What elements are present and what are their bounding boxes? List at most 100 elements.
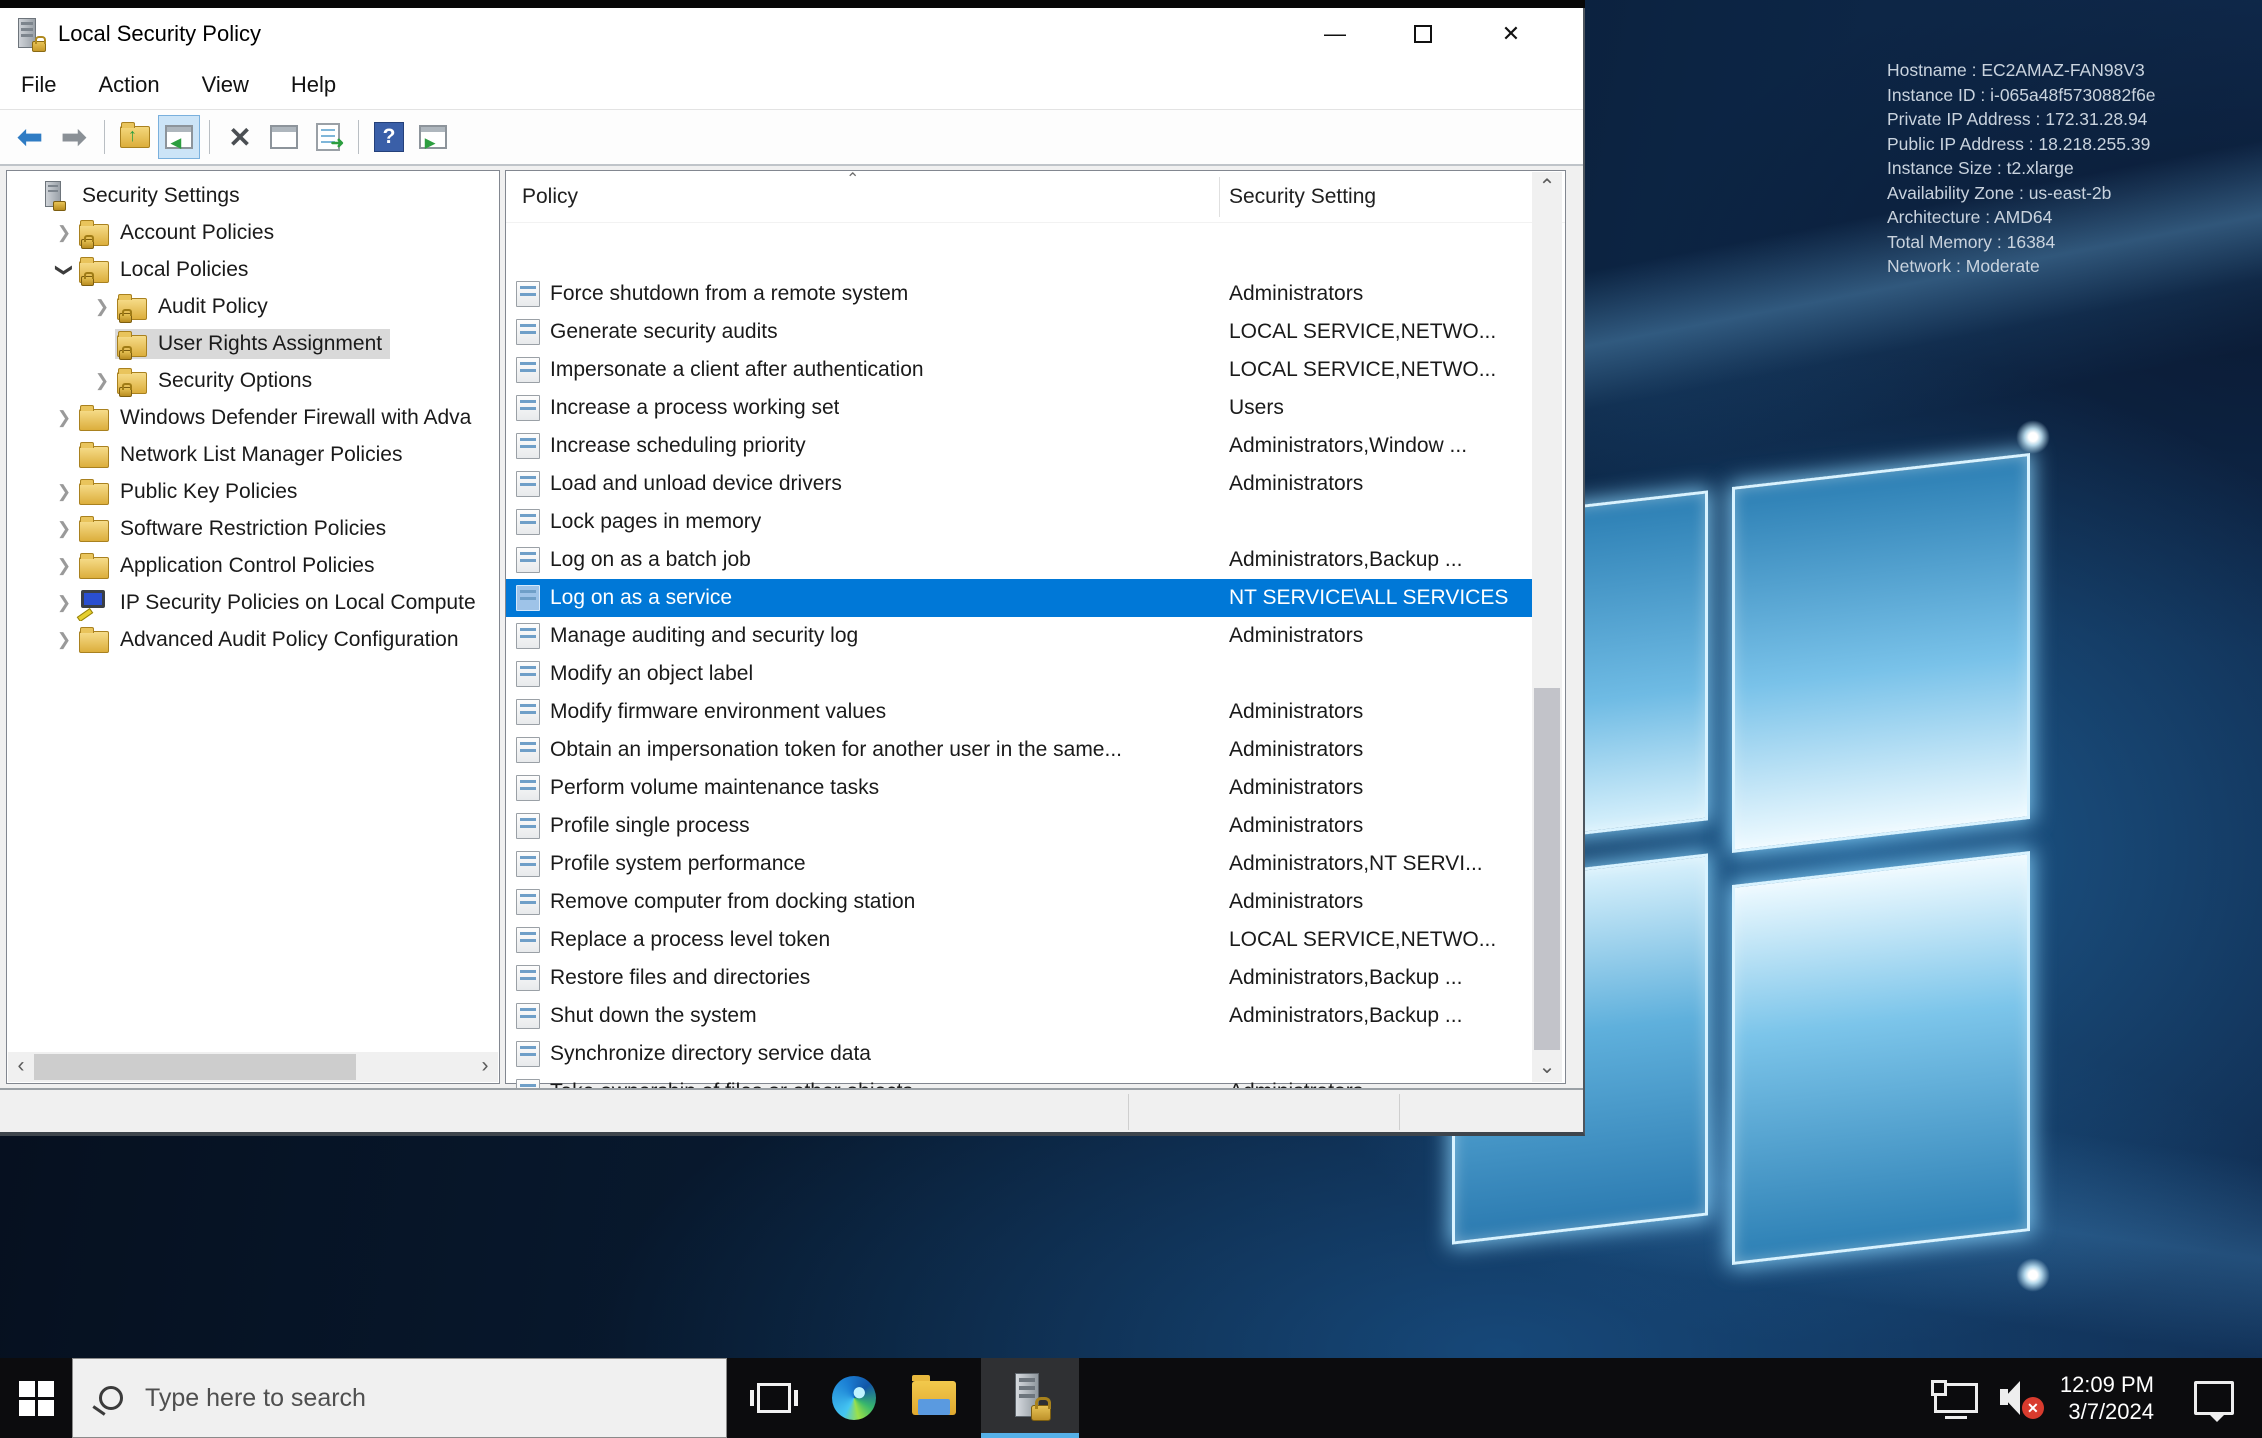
show-console-tree-button[interactable]: ◀ bbox=[158, 115, 200, 159]
policy-row[interactable]: Increase a process working set Users bbox=[506, 389, 1533, 427]
policy-row[interactable]: Impersonate a client after authenticatio… bbox=[506, 351, 1533, 389]
chevron-expander-icon[interactable]: ❯ bbox=[54, 257, 74, 283]
show-console-tree-icon: ◀ bbox=[165, 125, 193, 149]
tree-item[interactable]: ❯ Advanced Audit Policy Configuration bbox=[7, 621, 499, 658]
scroll-down-arrow-icon[interactable]: ⌄ bbox=[1532, 1052, 1562, 1082]
network-icon[interactable] bbox=[1930, 1380, 1978, 1419]
policy-row[interactable]: Restore files and directories Administra… bbox=[506, 959, 1533, 997]
policy-row[interactable]: Synchronize directory service data bbox=[506, 1035, 1533, 1073]
policy-name: Profile single process bbox=[550, 814, 750, 837]
list-vertical-scrollbar[interactable]: ⌃ ⌄ bbox=[1532, 172, 1562, 1082]
vertical-scroll-thumb[interactable] bbox=[1534, 688, 1560, 1050]
export-button[interactable]: ↑ bbox=[114, 115, 156, 159]
tree-item[interactable]: ❯ Security Options bbox=[7, 362, 499, 399]
search-icon bbox=[99, 1386, 123, 1410]
edge-button[interactable] bbox=[821, 1358, 887, 1438]
policy-row[interactable]: Force shutdown from a remote system Admi… bbox=[506, 275, 1533, 313]
properties-button[interactable] bbox=[263, 115, 305, 159]
policy-row[interactable]: Modify an object label bbox=[506, 655, 1533, 693]
policy-security-setting: Administrators bbox=[1229, 700, 1364, 723]
chevron-expander-icon[interactable]: ❯ bbox=[51, 630, 77, 650]
delete-button[interactable]: ✕ bbox=[219, 115, 261, 159]
tree-item[interactable]: ❯ Network List Manager Policies bbox=[7, 436, 499, 473]
maximize-button[interactable] bbox=[1379, 8, 1467, 60]
policy-row[interactable]: Modify firmware environment values Admin… bbox=[506, 693, 1533, 731]
taskbar-clock[interactable]: 12:09 PM 3/7/2024 bbox=[2060, 1371, 2154, 1425]
policy-row[interactable]: Increase scheduling priority Administrat… bbox=[506, 427, 1533, 465]
start-button[interactable] bbox=[0, 1358, 72, 1438]
new-window-button[interactable]: ▶ bbox=[412, 115, 454, 159]
column-divider[interactable] bbox=[1219, 177, 1220, 217]
policy-document-icon bbox=[516, 965, 540, 991]
tree-item[interactable]: ❯ Audit Policy bbox=[7, 288, 499, 325]
policy-row[interactable]: Obtain an impersonation token for anothe… bbox=[506, 731, 1533, 769]
tree-horizontal-scrollbar[interactable]: ‹ › bbox=[8, 1052, 498, 1082]
search-input[interactable] bbox=[145, 1383, 565, 1413]
local-security-policy-icon bbox=[1013, 1372, 1051, 1421]
policy-row[interactable]: Remove computer from docking station Adm… bbox=[506, 883, 1533, 921]
scroll-left-arrow-icon[interactable]: ‹ bbox=[8, 1052, 34, 1082]
menu-item[interactable]: Help bbox=[270, 60, 357, 109]
chevron-expander-icon[interactable]: ❯ bbox=[51, 408, 77, 428]
chevron-expander-icon[interactable]: ❯ bbox=[51, 556, 77, 576]
task-view-button[interactable] bbox=[741, 1358, 807, 1438]
file-explorer-button[interactable] bbox=[901, 1358, 967, 1438]
tree-item[interactable]: ❯ Windows Defender Firewall with Adva bbox=[7, 399, 499, 436]
policy-row[interactable]: Log on as a batch job Administrators,Bac… bbox=[506, 541, 1533, 579]
policy-row[interactable]: Profile system performance Administrator… bbox=[506, 845, 1533, 883]
chevron-expander-icon[interactable]: ❯ bbox=[51, 519, 77, 539]
policy-row[interactable]: Log on as a service NT SERVICE\ALL SERVI… bbox=[506, 579, 1533, 617]
titlebar[interactable]: Local Security Policy — ✕ bbox=[0, 8, 1583, 60]
tree-item[interactable]: ❯ Public Key Policies bbox=[7, 473, 499, 510]
help-button[interactable]: ? bbox=[368, 115, 410, 159]
ec2-info-line: Availability Zone : us-east-2b bbox=[1887, 182, 2112, 203]
chevron-expander-icon[interactable]: ❯ bbox=[51, 482, 77, 502]
policy-row[interactable]: Shut down the system Administrators,Back… bbox=[506, 997, 1533, 1035]
policy-row[interactable]: Profile single process Administrators bbox=[506, 807, 1533, 845]
forward-button[interactable]: ➡ bbox=[53, 115, 95, 159]
policy-row[interactable]: Load and unload device drivers Administr… bbox=[506, 465, 1533, 503]
policy-name: Impersonate a client after authenticatio… bbox=[550, 358, 924, 381]
console-work-area: ❯ Security Settings ❯ bbox=[0, 166, 1583, 1105]
column-header-policy[interactable]: Policy bbox=[522, 185, 578, 209]
action-center-icon[interactable] bbox=[2194, 1381, 2234, 1422]
policy-security-setting: NT SERVICE\ALL SERVICES bbox=[1229, 586, 1509, 609]
chevron-expander-icon[interactable]: ❯ bbox=[89, 371, 115, 391]
scroll-up-arrow-icon[interactable]: ⌃ bbox=[1532, 172, 1562, 202]
tree-item[interactable]: ❯ User Rights Assignment bbox=[7, 325, 499, 362]
chevron-expander-icon[interactable]: ❯ bbox=[51, 223, 77, 243]
policy-row[interactable]: Perform volume maintenance tasks Adminis… bbox=[506, 769, 1533, 807]
tree-item[interactable]: ❯ Software Restriction Policies bbox=[7, 510, 499, 547]
policy-row[interactable]: Manage auditing and security log Adminis… bbox=[506, 617, 1533, 655]
policy-document-icon bbox=[516, 889, 540, 915]
export-list-button[interactable]: ➜ bbox=[307, 115, 349, 159]
local-security-policy-taskbar-button[interactable] bbox=[981, 1358, 1079, 1438]
tree-item[interactable]: ❯ Security Settings bbox=[7, 177, 499, 214]
policy-row[interactable]: Generate security audits LOCAL SERVICE,N… bbox=[506, 313, 1533, 351]
tree-item[interactable]: ❯ Account Policies bbox=[7, 214, 499, 251]
volume-muted-icon[interactable]: ✕ bbox=[1999, 1381, 2044, 1419]
minimize-button[interactable]: — bbox=[1291, 8, 1379, 60]
tree-item-label: Network List Manager Policies bbox=[120, 442, 403, 466]
tree-item[interactable]: ❯ Local Policies bbox=[7, 251, 499, 288]
back-button[interactable]: ⬅ bbox=[9, 115, 51, 159]
chevron-expander-icon[interactable]: ❯ bbox=[89, 297, 115, 317]
scroll-right-arrow-icon[interactable]: › bbox=[472, 1052, 498, 1082]
horizontal-scroll-thumb[interactable] bbox=[34, 1054, 356, 1080]
column-header-security-setting[interactable]: Security Setting bbox=[1229, 185, 1376, 209]
policy-document-icon bbox=[516, 737, 540, 763]
policy-name: Force shutdown from a remote system bbox=[550, 282, 909, 305]
policy-row[interactable]: Lock pages in memory bbox=[506, 503, 1533, 541]
menu-item[interactable]: View bbox=[181, 60, 270, 109]
menu-item[interactable]: Action bbox=[77, 60, 180, 109]
tree-item[interactable]: ❯ IP Security Policies on Local Compute bbox=[7, 584, 499, 621]
taskbar-search[interactable] bbox=[72, 1358, 727, 1438]
tree-item[interactable]: ❯ Application Control Policies bbox=[7, 547, 499, 584]
maximize-icon bbox=[1414, 25, 1432, 43]
policy-row[interactable]: Replace a process level token LOCAL SERV… bbox=[506, 921, 1533, 959]
policy-document-icon bbox=[516, 509, 540, 535]
close-button[interactable]: ✕ bbox=[1467, 8, 1555, 60]
start-icon bbox=[18, 1380, 54, 1416]
menu-item[interactable]: File bbox=[0, 60, 77, 109]
chevron-expander-icon[interactable]: ❯ bbox=[51, 593, 77, 613]
